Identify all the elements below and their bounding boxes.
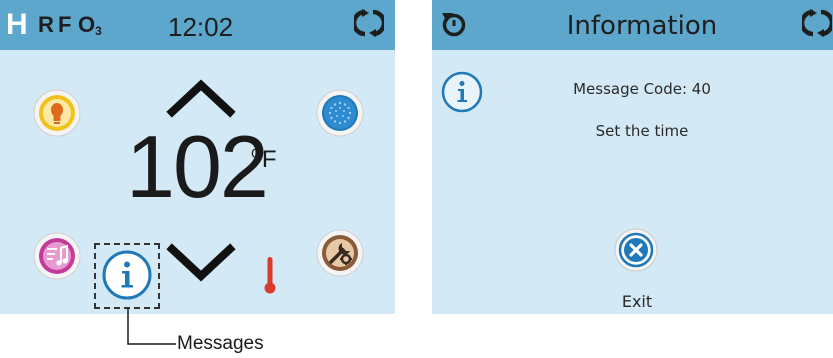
settings-icon [316, 229, 364, 277]
information-screen: Information Message Code: 40 Set the tim… [432, 0, 833, 314]
light-button[interactable] [33, 89, 81, 137]
exit-button[interactable] [614, 228, 658, 272]
main-screen: H R F O3 12:02 102 OF [0, 0, 395, 314]
jets-button[interactable] [316, 89, 364, 137]
close-icon [614, 228, 658, 272]
page-title: Information [566, 11, 718, 41]
settings-button[interactable] [316, 229, 364, 277]
ozone-letter: O [78, 12, 96, 37]
r-indicator: R [38, 12, 54, 37]
ozone-indicator: O3 [78, 12, 102, 44]
ozone-subscript: 3 [95, 24, 102, 38]
thermometer-icon [264, 257, 276, 294]
callout-line [127, 309, 176, 345]
sync-icon [802, 9, 832, 37]
music-button[interactable] [33, 232, 81, 280]
temperature-up-arrow[interactable] [166, 78, 236, 118]
unit-letter: F [261, 146, 277, 173]
status-bar: H R F O3 12:02 [0, 0, 395, 50]
message-code: Message Code: 40 [573, 80, 711, 98]
jets-icon [316, 89, 364, 137]
degree-symbol: O [251, 145, 262, 161]
temperature-down-arrow[interactable] [166, 243, 236, 283]
light-bulb-icon [33, 89, 81, 137]
messages-callout-label: Messages [177, 333, 264, 354]
status-bar: Information [432, 0, 833, 50]
messages-highlight-box [94, 243, 160, 309]
temperature-unit: OF [251, 139, 277, 174]
f-indicator: F [58, 12, 72, 37]
temperature-value: 102 [126, 117, 269, 216]
info-icon [441, 71, 483, 113]
message-text: Set the time [595, 122, 689, 140]
sync-icon [354, 9, 384, 37]
exit-label: Exit [621, 292, 653, 311]
music-icon [33, 232, 81, 280]
heater-indicator: H [6, 8, 28, 41]
back-icon[interactable] [440, 10, 468, 38]
clock-time: 12:02 [168, 12, 234, 42]
